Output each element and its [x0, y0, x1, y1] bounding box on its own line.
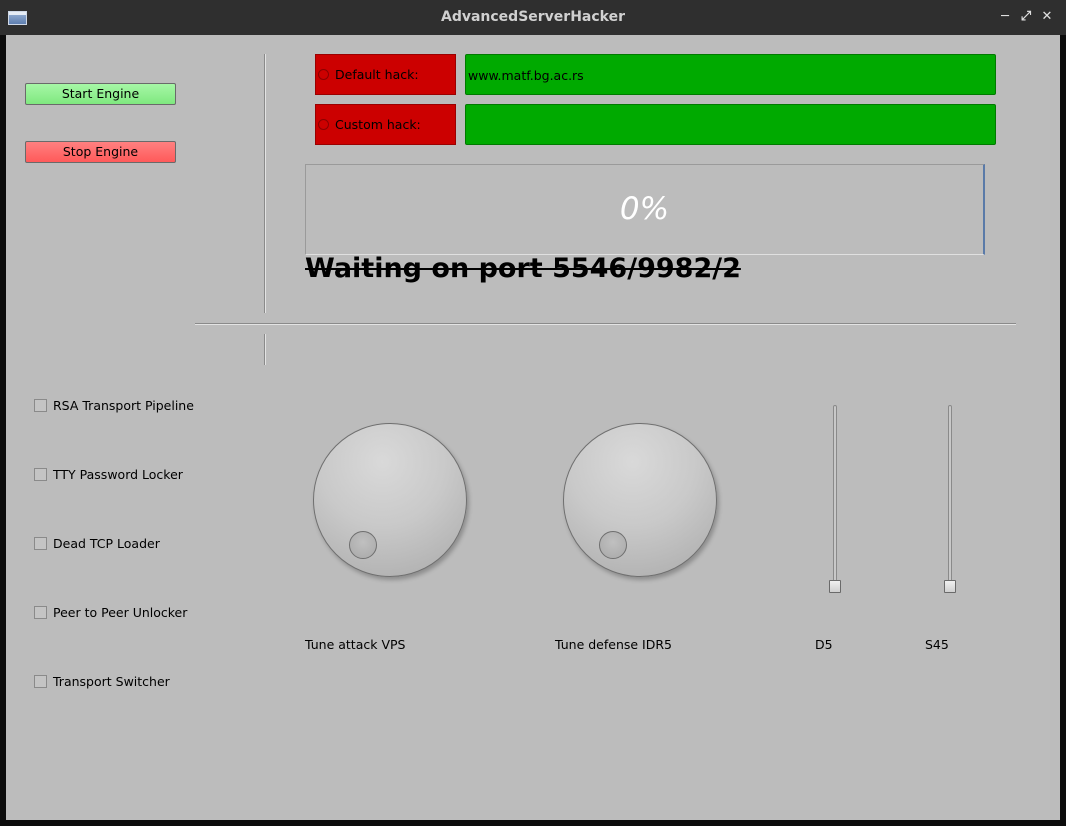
custom-hack-field[interactable]	[465, 104, 996, 145]
dial-handle[interactable]	[349, 531, 377, 559]
checkbox[interactable]	[34, 606, 47, 619]
checkbox[interactable]	[34, 468, 47, 481]
default-hack-label: Default hack:	[335, 67, 419, 82]
option-label: TTY Password Locker	[53, 467, 183, 482]
title-bar[interactable]: AdvancedServerHacker ─ ⤢ ✕	[0, 0, 1066, 35]
checkbox[interactable]	[34, 399, 47, 412]
default-hack-input[interactable]	[468, 66, 968, 84]
d5-slider-groove[interactable]	[833, 405, 837, 593]
status-label: Waiting on port 5546/9982/2	[305, 253, 741, 284]
attack-vps-dial[interactable]	[313, 423, 467, 577]
close-icon[interactable]: ✕	[1040, 10, 1054, 24]
minimize-icon[interactable]: ─	[998, 10, 1012, 24]
attack-vps-label: Tune attack VPS	[305, 637, 406, 652]
option-label: Transport Switcher	[53, 674, 170, 689]
custom-hack-option[interactable]: Custom hack:	[315, 104, 456, 145]
dial-handle[interactable]	[599, 531, 627, 559]
default-hack-field[interactable]	[465, 54, 996, 95]
s45-slider-groove[interactable]	[948, 405, 952, 593]
vertical-divider-bottom	[264, 334, 265, 365]
s45-slider-handle[interactable]	[944, 580, 956, 593]
custom-hack-label: Custom hack:	[335, 117, 421, 132]
option-label: Peer to Peer Unlocker	[53, 605, 188, 620]
d5-slider-label: D5	[815, 637, 833, 652]
stop-engine-button[interactable]: Stop Engine	[25, 141, 176, 163]
d5-slider-handle[interactable]	[829, 580, 841, 593]
defense-idr5-label: Tune defense IDR5	[555, 637, 673, 652]
custom-hack-radio[interactable]	[318, 119, 329, 130]
default-hack-option[interactable]: Default hack:	[315, 54, 456, 95]
start-engine-button[interactable]: Start Engine	[25, 83, 176, 105]
checkbox[interactable]	[34, 675, 47, 688]
app-window: AdvancedServerHacker ─ ⤢ ✕ Start Engine …	[0, 0, 1066, 826]
option-label: RSA Transport Pipeline	[53, 398, 194, 413]
s45-slider-label: S45	[925, 637, 949, 652]
custom-hack-input[interactable]	[468, 116, 968, 134]
main-panel: Start Engine Stop Engine Default hack: C…	[6, 35, 1060, 820]
progress-percent: 0%	[619, 191, 670, 227]
horizontal-divider	[195, 323, 1016, 324]
checkbox[interactable]	[34, 537, 47, 550]
maximize-icon[interactable]: ⤢	[1019, 10, 1033, 24]
vertical-divider-top	[264, 54, 265, 313]
progress-bar: 0%	[305, 164, 985, 255]
option-label: Dead TCP Loader	[53, 536, 160, 551]
default-hack-radio[interactable]	[318, 69, 329, 80]
defense-idr5-dial[interactable]	[563, 423, 717, 577]
window-title: AdvancedServerHacker	[440, 9, 626, 25]
